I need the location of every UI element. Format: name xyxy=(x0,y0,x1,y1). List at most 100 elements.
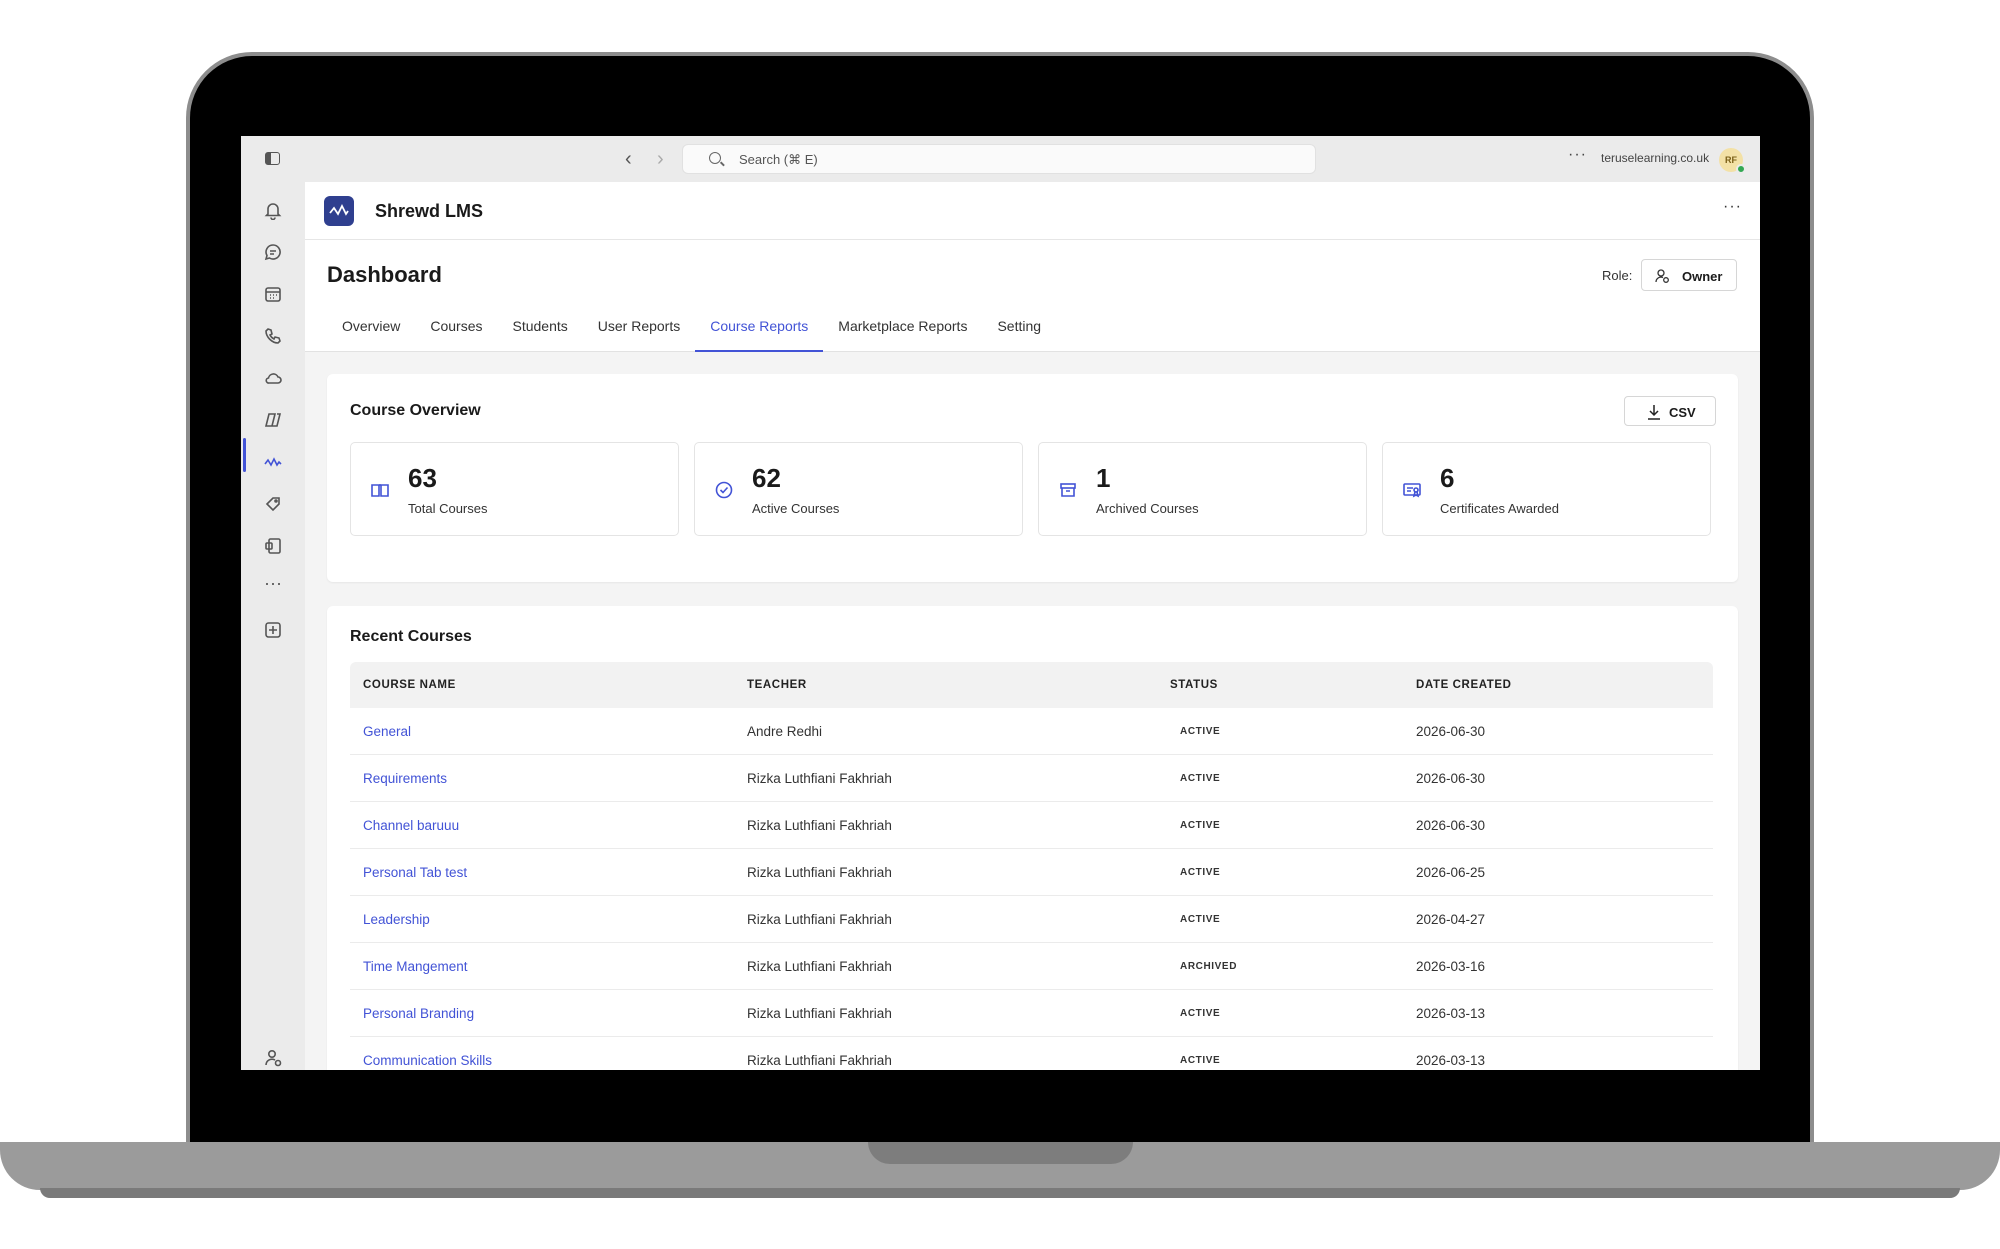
screen: ‹ › Search (⌘ E) ··· teruselearning.co.u… xyxy=(241,136,1760,1070)
stat-label: Archived Courses xyxy=(1096,501,1199,516)
stats-row: 63 Total Courses 62 Active Courses 1 Arc… xyxy=(350,442,1711,536)
role-label: Role: xyxy=(1602,268,1633,283)
stat-value: 1 xyxy=(1096,463,1111,493)
table-row[interactable]: Personal Tab test Rizka Luthfiani Fakhria… xyxy=(350,849,1713,896)
tag-icon[interactable] xyxy=(263,494,283,514)
laptop-base-shadow xyxy=(40,1188,1960,1198)
date-created: 2026-04-27 xyxy=(1416,911,1486,927)
column-header-course-name[interactable]: COURSE NAME xyxy=(350,679,747,691)
check-circle-icon xyxy=(714,480,734,500)
table-row[interactable]: Requirements Rizka Luthfiani Fakhriah ACTI… xyxy=(350,755,1713,802)
date-created: 2026-03-13 xyxy=(1416,1005,1486,1021)
forward-arrow-icon[interactable]: › xyxy=(657,148,664,171)
stat-value: 62 xyxy=(752,463,781,493)
page-title: Dashboard xyxy=(327,262,442,287)
status-badge: ACTIVE xyxy=(1180,913,1221,925)
recent-courses-card: Recent Courses COURSE NAME TEACHER STATU… xyxy=(327,606,1738,1070)
shrewd-app-icon[interactable] xyxy=(263,452,283,472)
tab-course-reports[interactable]: Course Reports xyxy=(695,316,824,352)
tab-overview[interactable]: Overview xyxy=(327,316,415,352)
teacher-name: Rizka Luthfiani Fakhriah xyxy=(747,1052,892,1068)
status-badge: ACTIVE xyxy=(1180,866,1221,878)
rail-active-indicator xyxy=(243,438,246,472)
admin-user-icon[interactable] xyxy=(263,1048,283,1068)
dashboard-tabs: Overview Courses Students User Reports C… xyxy=(327,316,1056,352)
stat-label: Certificates Awarded xyxy=(1440,501,1559,516)
column-header-teacher[interactable]: TEACHER xyxy=(747,679,1170,691)
top-bar: ‹ › Search (⌘ E) ··· teruselearning.co.u… xyxy=(241,136,1760,182)
avatar-initials: RF xyxy=(1725,155,1737,165)
table-row[interactable]: General Andre Redhi ACTIVE 2026-06-30 xyxy=(350,708,1713,755)
date-created: 2026-06-25 xyxy=(1416,864,1486,880)
stat-label: Total Courses xyxy=(408,501,488,516)
book-icon xyxy=(370,480,390,500)
table-row[interactable]: Personal Branding Rizka Luthfiani Fakhria… xyxy=(350,990,1713,1037)
column-header-status[interactable]: STATUS xyxy=(1170,679,1416,691)
laptop-notch xyxy=(868,1142,1133,1164)
tab-setting[interactable]: Setting xyxy=(982,316,1056,352)
stat-archived-courses: 1 Archived Courses xyxy=(1038,442,1367,536)
course-overview-title: Course Overview xyxy=(350,402,481,419)
app-more-options-icon[interactable]: ··· xyxy=(1723,198,1742,216)
cloud-icon[interactable] xyxy=(263,368,283,388)
copilot-icon[interactable] xyxy=(263,410,283,430)
course-name-link[interactable]: Personal Tab test xyxy=(350,865,747,880)
status-badge: ACTIVE xyxy=(1180,725,1221,737)
tab-user-reports[interactable]: User Reports xyxy=(583,316,695,352)
table-body: General Andre Redhi ACTIVE 2026-06-30 Requir… xyxy=(350,708,1713,1070)
course-name-link[interactable]: Requirements xyxy=(350,771,747,786)
teacher-name: Andre Redhi xyxy=(747,723,823,739)
recent-courses-table: COURSE NAME TEACHER STATUS DATE CREATED … xyxy=(350,662,1713,1070)
search-placeholder: Search (⌘ E) xyxy=(739,152,818,167)
teacher-name: Rizka Luthfiani Fakhriah xyxy=(747,770,892,786)
back-arrow-icon[interactable]: ‹ xyxy=(625,148,632,171)
course-name-link[interactable]: Communication Skills xyxy=(350,1053,747,1068)
status-badge: ARCHIVED xyxy=(1180,960,1238,972)
calendar-icon[interactable] xyxy=(263,284,283,304)
tenant-domain: teruselearning.co.uk xyxy=(1601,151,1710,165)
status-badge: ACTIVE xyxy=(1180,1054,1221,1066)
status-badge: ACTIVE xyxy=(1180,1007,1221,1019)
app-name: Shrewd LMS xyxy=(375,201,484,221)
course-name-link[interactable]: General xyxy=(350,724,747,739)
table-row[interactable]: Time Mangement Rizka Luthfiani Fakhriah AR… xyxy=(350,943,1713,990)
user-settings-icon xyxy=(1655,269,1669,283)
notebook-icon[interactable] xyxy=(263,536,283,556)
table-row[interactable]: Communication Skills Rizka Luthfiani Fakh… xyxy=(350,1037,1713,1070)
avatar[interactable]: RF xyxy=(1719,148,1746,174)
course-name-link[interactable]: Personal Branding xyxy=(350,1006,747,1021)
tab-marketplace-reports[interactable]: Marketplace Reports xyxy=(823,316,982,352)
date-created: 2026-06-30 xyxy=(1416,723,1486,739)
role-value: Owner xyxy=(1682,269,1723,284)
teacher-name: Rizka Luthfiani Fakhriah xyxy=(747,1005,892,1021)
table-row[interactable]: Leadership Rizka Luthfiani Fakhriah ACTIVE… xyxy=(350,896,1713,943)
course-name-link[interactable]: Leadership xyxy=(350,912,747,927)
sidebar-toggle-icon[interactable] xyxy=(265,152,280,165)
stat-value: 63 xyxy=(408,463,437,493)
presence-indicator xyxy=(1736,164,1746,174)
stat-label: Active Courses xyxy=(752,501,840,516)
add-app-icon[interactable] xyxy=(263,620,283,640)
tab-courses[interactable]: Courses xyxy=(415,316,497,352)
phone-icon[interactable] xyxy=(263,326,283,346)
chat-icon[interactable] xyxy=(263,242,283,262)
table-row[interactable]: Channel baruuu Rizka Luthfiani Fakhriah AC… xyxy=(350,802,1713,849)
csv-label: CSV xyxy=(1669,405,1696,420)
course-name-link[interactable]: Time Mangement xyxy=(350,959,747,974)
shrewd-logo-icon xyxy=(324,196,354,226)
course-name-link[interactable]: Channel baruuu xyxy=(350,818,747,833)
role-dropdown-button[interactable]: Owner xyxy=(1641,259,1737,291)
search-input[interactable]: Search (⌘ E) xyxy=(682,144,1316,174)
teacher-name: Rizka Luthfiani Fakhriah xyxy=(747,817,892,833)
date-created: 2026-06-30 xyxy=(1416,770,1486,786)
download-icon xyxy=(1648,405,1660,420)
app-rail: ··· xyxy=(241,182,305,1070)
certificate-icon xyxy=(1402,480,1422,500)
tab-students[interactable]: Students xyxy=(498,316,583,352)
bell-icon[interactable] xyxy=(263,200,283,221)
csv-export-button[interactable]: CSV xyxy=(1624,396,1716,426)
more-apps-icon[interactable]: ··· xyxy=(263,574,283,596)
column-header-date-created[interactable]: DATE CREATED xyxy=(1416,679,1713,691)
more-options-icon[interactable]: ··· xyxy=(1568,146,1587,164)
status-badge: ACTIVE xyxy=(1180,819,1221,831)
